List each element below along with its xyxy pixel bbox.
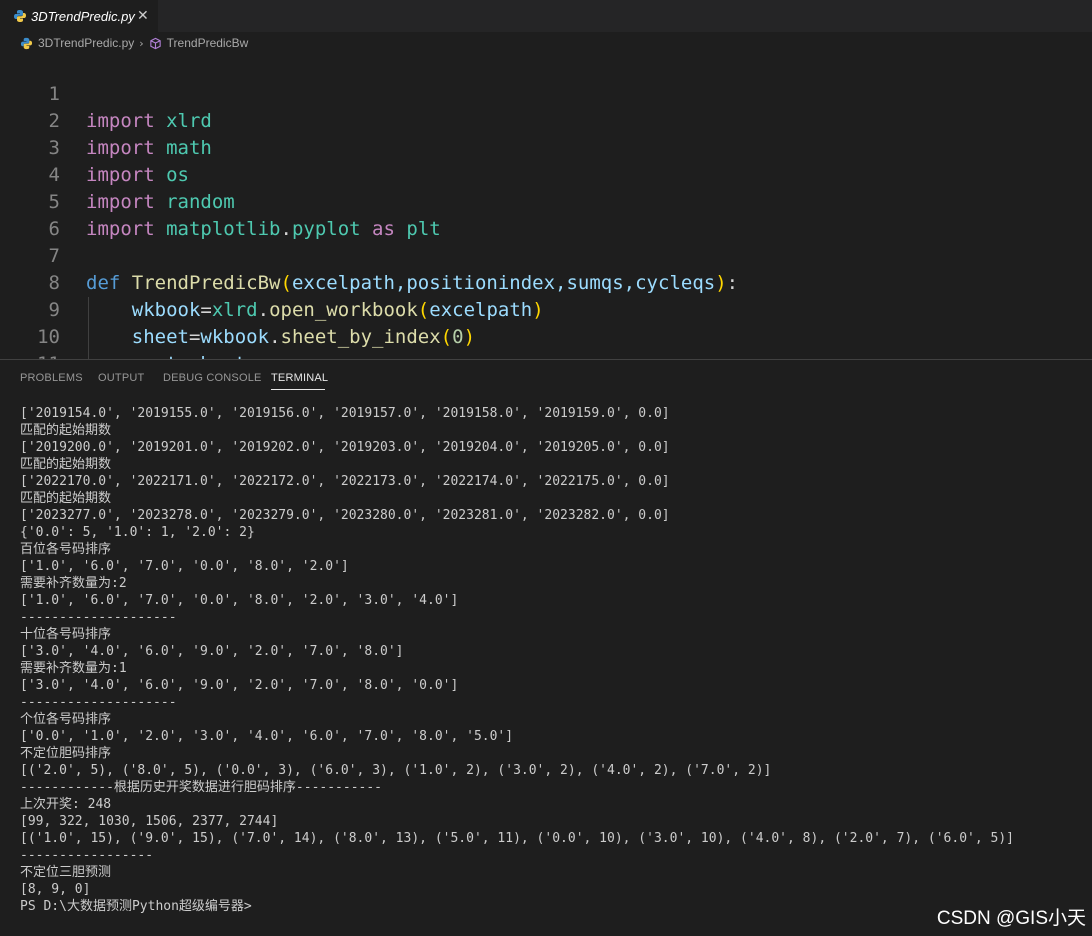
code-line: 9 sheet=wkbook.sheet_by_index(0): [0, 270, 475, 348]
terminal-line: {'0.0': 5, '1.0': 1, '2.0': 2}: [20, 525, 255, 540]
code-line: 3 import os: [0, 108, 189, 186]
alias-name: plt: [406, 218, 441, 240]
terminal-line: PS D:\大数据预测Python超级编号器>: [20, 899, 252, 914]
function-name: TrendPredicBw: [131, 272, 281, 294]
terminal-line: ['0.0', '1.0', '2.0', '3.0', '4.0', '6.0…: [20, 729, 514, 744]
chevron-right-icon: ›: [139, 36, 144, 50]
terminal-line: ['2019200.0', '2019201.0', '2019202.0', …: [20, 440, 670, 455]
terminal-line: 上次开奖: 248: [20, 797, 112, 812]
code-line: 10 ncnt=sheet.nrows: [0, 297, 315, 359]
terminal-line: ------------根据历史开奖数据进行胆码排序-----------: [20, 780, 383, 795]
module-name: xlrd: [166, 110, 212, 132]
tab-debug-console[interactable]: DEBUG CONSOLE: [163, 372, 262, 384]
variable: sheet: [131, 326, 189, 348]
operator: =: [188, 326, 201, 348]
tab-label: 3DTrendPredic.py: [31, 8, 135, 24]
python-file-icon: [14, 10, 26, 22]
close-icon[interactable]: ✕: [137, 8, 149, 24]
line-number: 11: [0, 351, 60, 359]
module-name: random: [166, 191, 235, 213]
function-name: sheet_by_index: [280, 326, 441, 348]
terminal-line: 匹配的起始期数: [20, 457, 112, 472]
terminal-line: ['1.0', '6.0', '7.0', '0.0', '8.0', '2.0…: [20, 559, 349, 574]
code-line: 7 def TrendPredicBw(excelpath,positionin…: [0, 216, 739, 294]
terminal-line: -----------------: [20, 848, 154, 863]
terminal-line: --------------------: [20, 610, 177, 625]
terminal-line: 个位各号码排序: [20, 712, 112, 727]
terminal-output[interactable]: ['2019154.0', '2019155.0', '2019156.0', …: [20, 405, 1090, 915]
tab-terminal[interactable]: TERMINAL: [271, 372, 328, 384]
code-editor[interactable]: 1 import xlrd 2 import math 3 import os …: [0, 54, 1092, 359]
keyword: import: [86, 137, 155, 159]
code-line: 8 wkbook=xlrd.open_workbook(excelpath): [0, 243, 544, 321]
code-line: 5 import matplotlib.pyplot as plt: [0, 162, 441, 240]
terminal-line: ['3.0', '4.0', '6.0', '9.0', '2.0', '7.0…: [20, 678, 459, 693]
terminal-line: ['1.0', '6.0', '7.0', '0.0', '8.0', '2.0…: [20, 593, 459, 608]
code-line: 11 recentqslist=[]: [0, 324, 60, 359]
tab-3dtrendpredic[interactable]: 3DTrendPredic.py ✕: [0, 0, 158, 32]
module-name: matplotlib: [166, 218, 281, 240]
function-name: open_workbook: [269, 299, 418, 321]
breadcrumb-symbol[interactable]: TrendPredicBw: [167, 36, 249, 50]
bracket: ): [715, 272, 727, 294]
tab-output[interactable]: OUTPUT: [98, 372, 144, 384]
variable: wkbook: [131, 299, 201, 321]
python-file-icon: [20, 37, 33, 49]
terminal-line: 不定位三胆预测: [20, 865, 112, 880]
object-name: wkbook: [200, 326, 270, 348]
code-line: 6: [0, 189, 60, 240]
bracket: (: [440, 326, 453, 348]
terminal-line: 需要补齐数量为:2: [20, 576, 127, 591]
terminal-line: 百位各号码排序: [20, 542, 112, 557]
watermark: CSDN @GIS小天: [936, 908, 1086, 929]
active-tab-indicator: [271, 389, 325, 390]
number-literal: 0: [452, 326, 464, 348]
terminal-line: 匹配的起始期数: [20, 491, 112, 506]
keyword: def: [86, 272, 121, 294]
submodule-name: pyplot: [291, 218, 361, 240]
keyword: import: [86, 191, 155, 213]
terminal-line: ['3.0', '4.0', '6.0', '9.0', '2.0', '7.0…: [20, 644, 404, 659]
code-line: 2 import math: [0, 81, 212, 159]
terminal-line: [99, 322, 1030, 1506, 2377, 2744]: [20, 814, 279, 829]
tab-problems[interactable]: PROBLEMS: [20, 372, 83, 384]
terminal-line: 十位各号码排序: [20, 627, 112, 642]
dot: .: [280, 218, 292, 240]
bracket: (: [280, 272, 292, 294]
argument: excelpath: [429, 299, 533, 321]
code-line: 1 import xlrd: [0, 54, 212, 132]
terminal-line: 需要补齐数量为:1: [20, 661, 127, 676]
bracket: ): [532, 299, 544, 321]
breadcrumb: 3DTrendPredic.py › TrendPredicBw: [0, 32, 1092, 54]
bracket: ): [463, 326, 476, 348]
operator: =: [200, 299, 212, 321]
module-name: os: [166, 164, 189, 186]
terminal-line: ['2023277.0', '2023278.0', '2023279.0', …: [20, 508, 670, 523]
terminal-line: [('1.0', 15), ('9.0', 15), ('7.0', 14), …: [20, 831, 1014, 846]
panel-tabs: PROBLEMS OUTPUT DEBUG CONSOLE TERMINAL: [0, 360, 1092, 396]
code-line: 4 import random: [0, 135, 235, 213]
keyword: as: [372, 218, 395, 240]
colon: :: [726, 272, 739, 294]
terminal-line: --------------------: [20, 695, 177, 710]
keyword: import: [86, 164, 155, 186]
terminal-line: [('2.0', 5), ('8.0', 5), ('0.0', 3), ('6…: [20, 763, 772, 778]
terminal-line: ['2019154.0', '2019155.0', '2019156.0', …: [20, 406, 670, 421]
dot: .: [269, 326, 281, 348]
keyword: import: [86, 218, 155, 240]
bracket: (: [417, 299, 430, 321]
terminal-line: ['2022170.0', '2022171.0', '2022172.0', …: [20, 474, 670, 489]
module-name: math: [166, 137, 212, 159]
terminal-line: [8, 9, 0]: [20, 882, 91, 897]
editor-tab-bar: 3DTrendPredic.py ✕: [0, 0, 1092, 32]
parameters: excelpath,positionindex,sumqs,cycleqs: [291, 272, 716, 294]
method-cube-icon: [149, 37, 161, 49]
terminal-line: 不定位胆码排序: [20, 746, 112, 761]
terminal-line: 匹配的起始期数: [20, 423, 112, 438]
module-name: xlrd: [211, 299, 258, 321]
breadcrumb-file[interactable]: 3DTrendPredic.py: [38, 36, 134, 50]
dot: .: [257, 299, 270, 321]
keyword: import: [86, 110, 155, 132]
bottom-panel: PROBLEMS OUTPUT DEBUG CONSOLE TERMINAL […: [0, 359, 1092, 936]
